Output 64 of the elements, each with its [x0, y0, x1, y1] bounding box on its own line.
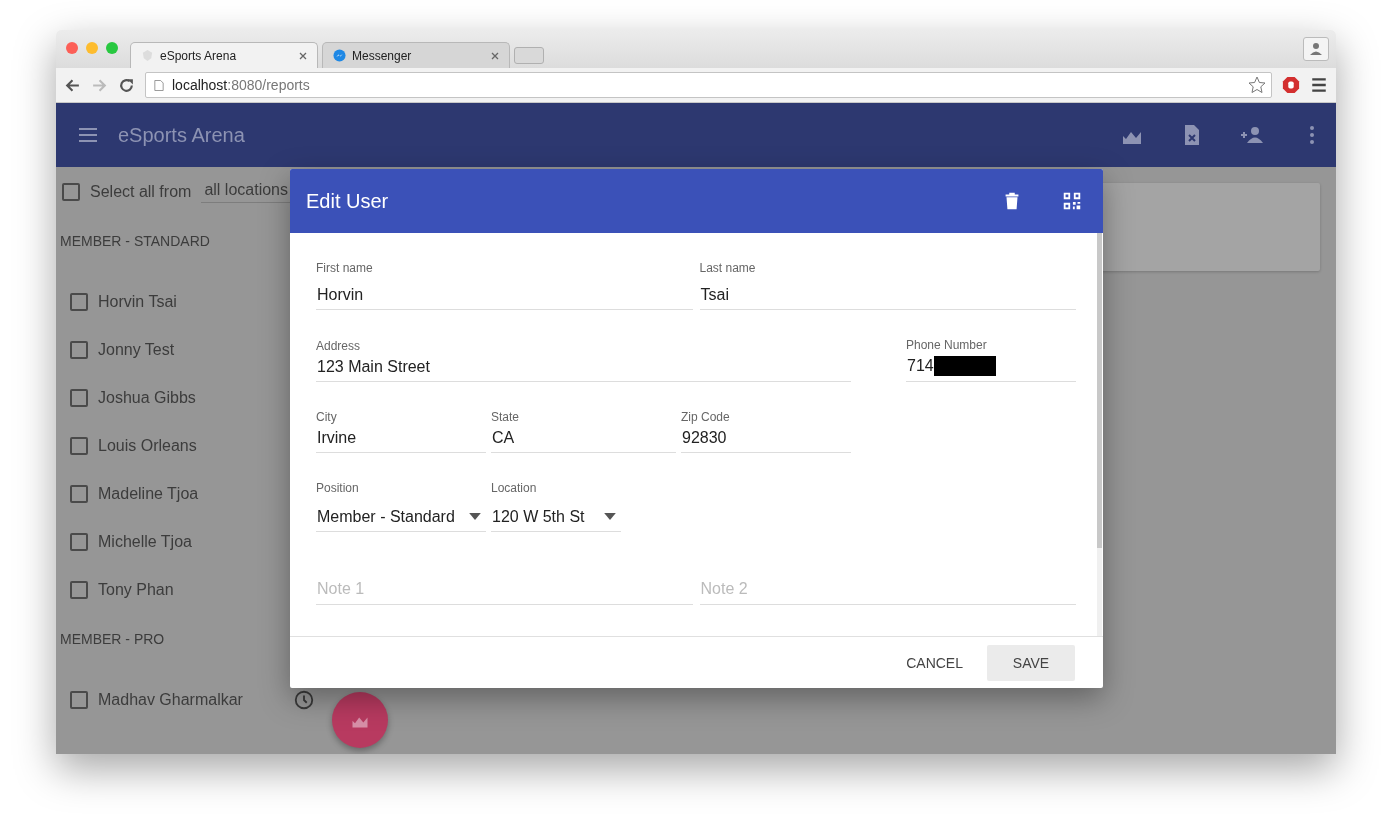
qr-code-icon[interactable] — [1061, 190, 1083, 212]
member-name: Louis Orleans — [98, 437, 198, 455]
field-label: Zip Code — [681, 410, 731, 424]
member-name: Madhav Gharmalkar — [98, 691, 244, 709]
member-name: Horvin Tsai — [98, 293, 178, 311]
menu-icon[interactable] — [1310, 76, 1328, 94]
member-name: Madeline Tjoa — [98, 485, 200, 503]
cancel-button[interactable]: CANCEL — [894, 644, 975, 681]
member-name: Jonny Test — [98, 341, 176, 359]
page-icon — [154, 78, 164, 92]
text-field[interactable]: 714 — [906, 356, 1076, 382]
member-name: Joshua Gibbs — [98, 389, 197, 407]
text-field[interactable]: 123 Main Street — [316, 357, 851, 382]
checkbox[interactable] — [70, 533, 88, 551]
hand-stop-icon[interactable] — [1282, 76, 1300, 94]
dialog-title: Edit User — [306, 189, 389, 213]
text-field[interactable]: 92830 — [681, 428, 851, 453]
caret-icon — [469, 513, 481, 520]
close-tab-icon[interactable] — [299, 51, 307, 60]
field-label: Position — [316, 481, 360, 495]
profile-icon[interactable] — [1303, 37, 1329, 61]
text-field[interactable]: Note 1 — [316, 580, 693, 605]
group-heading: MEMBER - STANDARD — [60, 232, 211, 251]
checkbox[interactable] — [70, 437, 88, 455]
caret-icon — [604, 513, 616, 520]
reload-icon[interactable] — [118, 76, 135, 94]
app-title: eSports Arena — [118, 123, 245, 147]
text-field[interactable]: Note 2 — [699, 580, 1076, 605]
zoom-window-button[interactable] — [106, 42, 118, 54]
select-all-label: Select all from — [90, 183, 192, 201]
checkbox[interactable] — [62, 183, 80, 201]
member-name: Tony Phan — [98, 581, 175, 599]
url-text: localhost:8080/reports — [172, 77, 311, 93]
save-button[interactable]: SAVE — [987, 644, 1075, 681]
field-label: First name — [316, 261, 374, 275]
checkbox[interactable] — [70, 485, 88, 503]
close-tab-icon[interactable] — [491, 51, 499, 60]
field-label: Last name — [699, 261, 757, 275]
dropdown[interactable]: Member - Standard — [316, 507, 486, 532]
checkbox[interactable] — [70, 691, 88, 709]
chat-bubble-icon — [333, 49, 346, 62]
star-icon[interactable] — [1247, 75, 1267, 95]
field-label: Phone Number — [906, 338, 988, 352]
clock-icon[interactable] — [293, 689, 315, 711]
text-field[interactable]: Horvin — [316, 285, 693, 310]
field-label: Address — [316, 339, 362, 353]
group-heading: MEMBER - PRO — [60, 630, 166, 649]
address-bar[interactable]: localhost:8080/reports — [145, 72, 1272, 98]
browser-tab[interactable]: eSports Arena — [130, 42, 318, 68]
checkbox[interactable] — [70, 389, 88, 407]
text-field[interactable]: CA — [491, 428, 676, 453]
text-field[interactable]: Tsai — [699, 285, 1076, 310]
field-label: State — [491, 410, 521, 424]
browser-tab[interactable]: Messenger — [322, 42, 510, 68]
chart-fab-button[interactable] — [332, 692, 388, 748]
checkbox[interactable] — [70, 581, 88, 599]
field-label: Location — [491, 481, 538, 495]
close-window-button[interactable] — [66, 42, 78, 54]
dropdown[interactable]: 120 W 5th St — [491, 507, 621, 532]
text-field[interactable]: Irvine — [316, 428, 486, 453]
member-name: Michelle Tjoa — [98, 533, 193, 551]
checkbox[interactable] — [70, 293, 88, 311]
field-label: City — [316, 410, 338, 424]
checkbox[interactable] — [70, 341, 88, 359]
